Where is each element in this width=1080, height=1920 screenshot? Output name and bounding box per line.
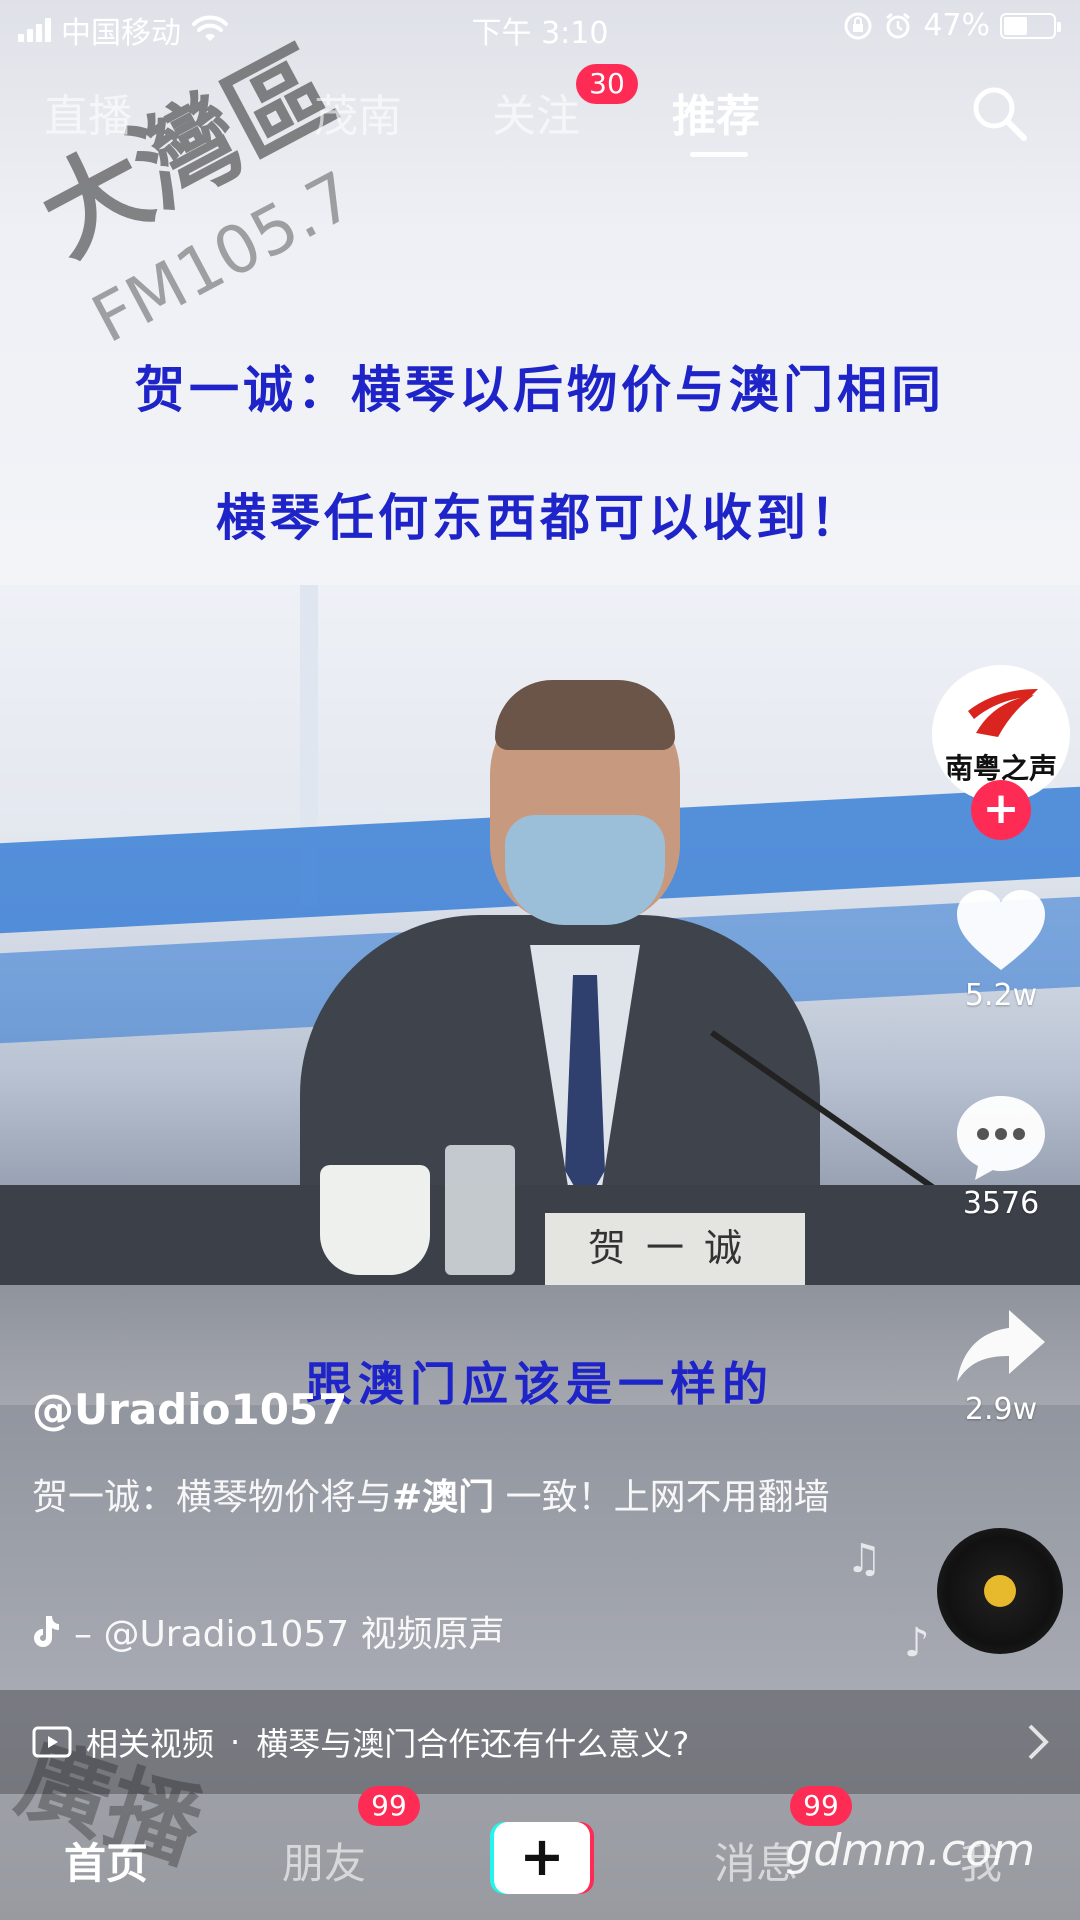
search-icon[interactable] [970,84,1028,142]
music-title: – @Uradio1057 视频原声 [74,1614,505,1655]
music-info[interactable]: – @Uradio1057 视频原声 [30,1605,505,1657]
video-scene: 贺一诚 [0,585,1080,1285]
tab-following[interactable]: 关注 [492,80,580,144]
friends-badge: 99 [358,1786,420,1826]
description-text: 一致！上网不用翻墙 [494,1477,830,1518]
status-right: 47% [843,8,1061,43]
nameplate: 贺一诚 [545,1213,805,1285]
battery-percent: 47% [923,8,990,43]
share-button[interactable]: 2.9w [942,1306,1060,1427]
share-count: 2.9w [964,1392,1038,1427]
video-headline-line1: 贺一诚：横琴以后物价与澳门相同 [135,360,945,419]
status-bar: 中国移动 下午 3:10 47% [0,0,1080,54]
related-separator: · [230,1723,241,1761]
speaker-face-mask [505,815,665,925]
create-button[interactable]: + [490,1822,594,1894]
heart-icon [957,890,1045,970]
speaker-hair [495,680,675,750]
nav-home[interactable]: 首页 [64,1830,148,1891]
related-videos-bar[interactable]: 相关视频 · 横琴与澳门合作还有什么意义? [0,1690,1080,1794]
chevron-right-icon [1028,1724,1049,1760]
top-tab-bar: 直播 茂南 关注 推荐 [0,80,1080,160]
hashtag-link[interactable]: #澳门 [392,1477,494,1518]
video-play-icon [32,1726,72,1758]
tab-recommended[interactable]: 推荐 [672,80,760,144]
share-icon [957,1310,1045,1382]
active-tab-indicator [690,152,748,157]
description-text: 贺一诚：横琴物价将与 [32,1477,393,1518]
comment-icon [957,1096,1045,1180]
music-disc-center [984,1575,1016,1607]
comment-count: 3576 [962,1186,1040,1221]
watermark-site: gdmm.com [785,1825,1035,1876]
nav-friends[interactable]: 朋友 [282,1830,366,1891]
related-title: 横琴与澳门合作还有什么意义? [256,1725,690,1763]
video-headline-line2: 横琴任何东西都可以收到！ [216,488,864,547]
related-label: 相关视频 [86,1725,215,1763]
comment-button[interactable]: 3576 [942,1092,1060,1221]
conference-table [0,1185,1080,1285]
rotation-lock-icon [844,12,872,39]
tiktok-note-icon [34,1616,59,1647]
messages-badge: 99 [790,1786,852,1826]
following-badge: 30 [576,64,638,104]
alarm-icon [886,12,911,38]
author-handle[interactable]: @Uradio1057 [32,1385,347,1434]
like-button[interactable]: 5.2w [942,888,1060,1013]
follow-button[interactable]: + [971,780,1031,840]
tab-local[interactable]: 茂南 [314,80,402,144]
water-glass [445,1145,515,1275]
like-count: 5.2w [964,978,1038,1013]
plus-icon: + [494,1822,590,1894]
battery-icon [1000,12,1061,39]
video-description: 贺一诚：横琴物价将与#澳门 一致！上网不用翻墙 [32,1468,832,1528]
music-note-icon: ♪ [904,1620,930,1666]
music-note-icon: ♫ [846,1536,882,1582]
music-disc-button[interactable] [937,1528,1063,1654]
tea-cup [320,1165,430,1275]
tab-live[interactable]: 直播 [44,80,132,144]
